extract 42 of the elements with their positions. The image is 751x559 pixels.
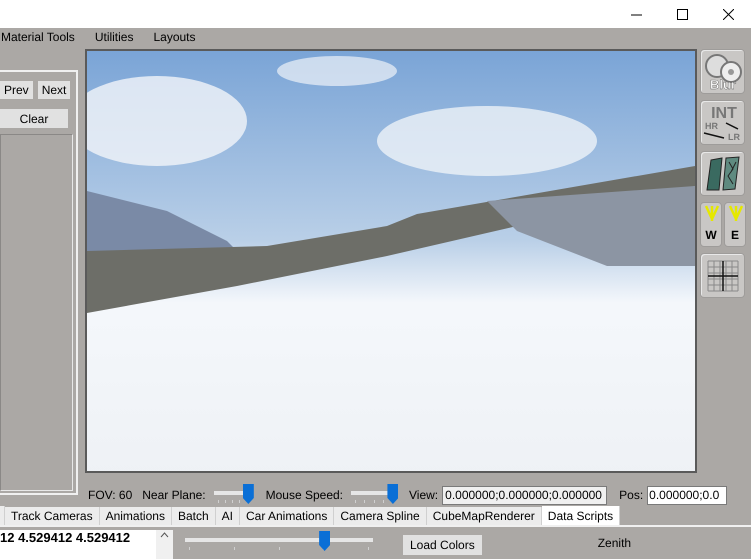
zenith-label: Zenith — [598, 535, 632, 552]
clear-button[interactable]: Clear — [0, 109, 68, 128]
wind-direction-button[interactable]: E — [724, 202, 746, 247]
close-icon[interactable] — [722, 8, 734, 20]
direction-label: W — [705, 229, 717, 241]
scroll-up-icon[interactable] — [160, 530, 169, 540]
scrollbar[interactable] — [156, 530, 173, 559]
pos-field[interactable]: 0.000000;0.0 — [647, 486, 728, 504]
slider-thumb[interactable] — [319, 531, 330, 551]
grid-tool-button[interactable] — [700, 253, 745, 298]
tire-tool-button[interactable] — [700, 151, 745, 196]
slider-thumb[interactable] — [242, 484, 254, 504]
view-label: View: — [409, 487, 438, 504]
list-row[interactable]: 12 4.529412 4.529412 — [0, 530, 156, 545]
tab[interactable]: Car Animations — [240, 507, 334, 525]
list-box[interactable]: 12 4.529412 4.529412 — [0, 530, 173, 559]
menu-item[interactable]: Layouts — [153, 28, 196, 46]
mouse-speed-label: Mouse Speed: — [266, 487, 344, 504]
pos-label: Pos: — [619, 487, 644, 504]
slider[interactable] — [351, 484, 398, 506]
near-plane-label: Near Plane: — [142, 487, 206, 504]
slider[interactable] — [185, 531, 373, 553]
tab[interactable]: Track Cameras — [5, 507, 100, 525]
nav-button[interactable]: Next — [38, 81, 70, 99]
load-colors-button[interactable]: Load Colors — [403, 535, 482, 555]
tab[interactable]: Camera Spline — [334, 507, 427, 525]
nav-button[interactable]: Prev — [0, 81, 33, 99]
slider-thumb[interactable] — [387, 484, 398, 504]
tab[interactable]: Batch — [172, 507, 216, 525]
tab[interactable]: CubeMapRenderer — [426, 507, 542, 525]
menu-item[interactable]: Material Tools — [1, 28, 75, 46]
view-field[interactable]: 0.000000;0.000000;0.000000 — [442, 486, 608, 504]
slider[interactable] — [214, 484, 252, 506]
tab[interactable]: AI — [216, 507, 240, 525]
menu-item[interactable]: Utilities — [94, 28, 134, 46]
tab[interactable]: Animations — [100, 507, 172, 525]
direction-label: E — [730, 229, 739, 241]
wind-direction-button[interactable]: W — [700, 202, 722, 247]
grid-icon — [706, 260, 738, 292]
tab[interactable]: Data Scripts — [542, 506, 620, 525]
fov-label: FOV: 60 — [88, 487, 132, 504]
maximize-icon[interactable] — [676, 8, 688, 20]
